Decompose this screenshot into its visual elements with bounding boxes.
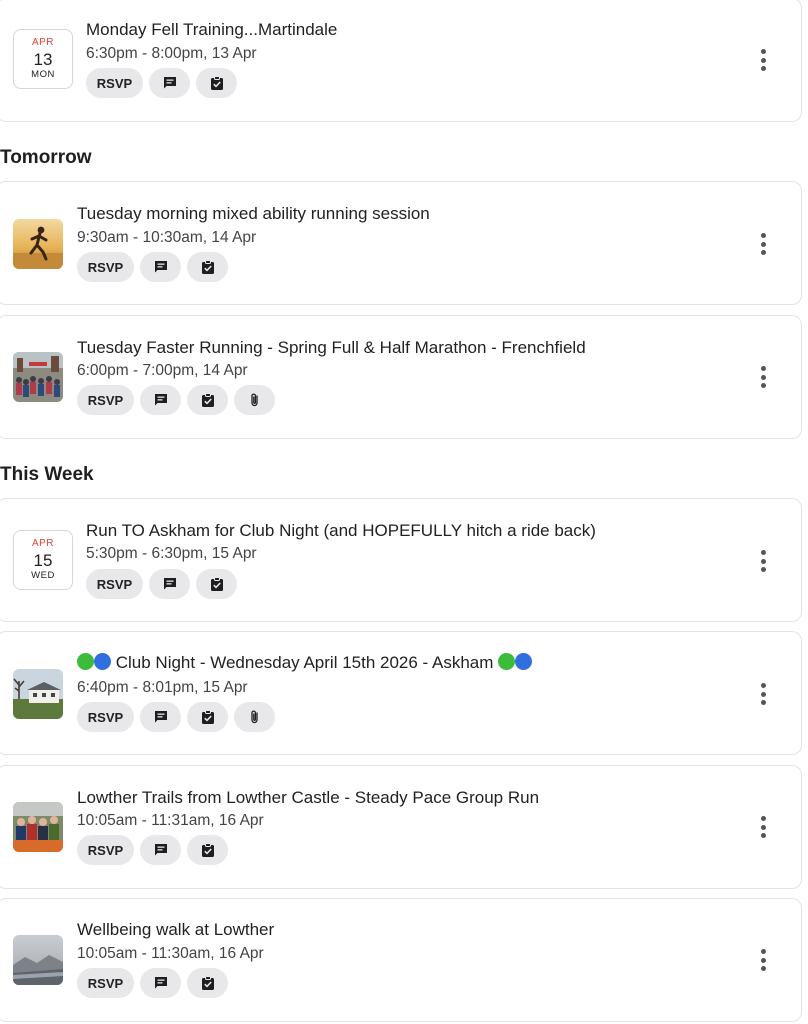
attachment-icon [250, 393, 258, 407]
blue-circle-icon [94, 653, 111, 670]
date-tile: APR 13 MON [13, 29, 73, 89]
more-vertical-icon [760, 366, 766, 371]
more-vertical-icon [760, 49, 766, 54]
attachment-button[interactable] [234, 385, 275, 415]
attachment-icon [250, 710, 258, 724]
checklist-icon [210, 577, 223, 591]
comment-icon [154, 711, 167, 723]
rsvp-button[interactable]: RSVP [86, 569, 143, 599]
checklist-button[interactable] [187, 968, 228, 998]
date-day: 13 [33, 50, 53, 70]
event-actions: RSVP [77, 835, 228, 865]
rsvp-button[interactable]: RSVP [77, 385, 134, 415]
checklist-button[interactable] [187, 385, 228, 415]
more-menu-button[interactable] [754, 230, 772, 258]
event-time: 6:00pm - 7:00pm, 14 Apr [77, 362, 248, 379]
comment-button[interactable] [140, 252, 181, 282]
comment-icon [154, 977, 167, 989]
checklist-icon [201, 393, 214, 407]
more-menu-button[interactable] [754, 363, 772, 391]
checklist-button[interactable] [187, 252, 228, 282]
comment-button[interactable] [140, 385, 181, 415]
event-actions: RSVP [77, 385, 275, 415]
village-house-photo [13, 669, 63, 719]
date-weekday: WED [31, 570, 55, 582]
checklist-icon [201, 260, 214, 274]
date-tile: APR 15 WED [13, 530, 73, 590]
runner-photo [13, 219, 63, 269]
rsvp-button[interactable]: RSVP [77, 702, 134, 732]
comment-icon [154, 844, 167, 856]
green-circle-icon [77, 653, 94, 670]
comment-button[interactable] [149, 569, 190, 599]
more-menu-button[interactable] [754, 946, 772, 974]
rsvp-button[interactable]: RSVP [86, 68, 143, 98]
attachment-button[interactable] [234, 702, 275, 732]
group-runners-photo [13, 802, 63, 852]
section-heading-tomorrow: Tomorrow [0, 147, 92, 168]
more-menu-button[interactable] [754, 680, 772, 708]
misty-hills-photo [13, 935, 63, 985]
more-vertical-icon [760, 816, 766, 821]
more-vertical-icon [760, 949, 766, 954]
blue-circle-icon [515, 653, 533, 670]
event-title[interactable]: Wellbeing walk at Lowther [77, 920, 274, 940]
more-menu-button[interactable] [754, 813, 772, 841]
event-time: 10:05am - 11:31am, 16 Apr [77, 812, 264, 829]
date-month: APR [31, 37, 55, 49]
more-menu-button[interactable] [754, 547, 772, 575]
event-actions: RSVP [86, 569, 237, 599]
checklist-icon [201, 710, 214, 724]
marathon-crowd-photo [13, 352, 63, 402]
event-title[interactable]: Run TO Askham for Club Night (and HOPEFU… [86, 521, 596, 541]
event-actions: RSVP [77, 702, 275, 732]
more-menu-button[interactable] [754, 46, 772, 74]
date-weekday: MON [31, 69, 55, 81]
more-vertical-icon [760, 550, 766, 555]
event-title[interactable]: Monday Fell Training...Martindale [86, 20, 337, 40]
date-day: 15 [33, 551, 53, 571]
event-time: 5:30pm - 6:30pm, 15 Apr [86, 545, 257, 562]
rsvp-button[interactable]: RSVP [77, 835, 134, 865]
comment-button[interactable] [140, 968, 181, 998]
more-vertical-icon [760, 233, 766, 238]
checklist-icon [210, 76, 223, 90]
checklist-button[interactable] [187, 702, 228, 732]
event-title-text: Club Night - Wednesday April 15th 2026 -… [115, 653, 494, 672]
comment-icon [163, 578, 176, 590]
rsvp-button[interactable]: RSVP [77, 252, 134, 282]
green-circle-icon [498, 653, 516, 670]
checklist-button[interactable] [187, 835, 228, 865]
event-time: 6:40pm - 8:01pm, 15 Apr [77, 679, 248, 696]
comment-button[interactable] [140, 702, 181, 732]
event-title[interactable]: Lowther Trails from Lowther Castle - Ste… [77, 788, 539, 808]
section-heading-this-week: This Week [0, 464, 94, 485]
comment-icon [154, 394, 167, 406]
checklist-icon [201, 976, 214, 990]
comment-icon [163, 77, 176, 89]
more-vertical-icon [760, 683, 766, 688]
event-actions: RSVP [77, 968, 228, 998]
event-actions: RSVP [86, 68, 237, 98]
event-actions: RSVP [77, 252, 228, 282]
event-time: 9:30am - 10:30am, 14 Apr [77, 229, 257, 246]
comment-button[interactable] [149, 68, 190, 98]
event-title[interactable]: Club Night - Wednesday April 15th 2026 -… [77, 653, 533, 673]
checklist-button[interactable] [196, 569, 237, 599]
event-title[interactable]: Tuesday morning mixed ability running se… [77, 204, 430, 224]
checklist-button[interactable] [196, 68, 237, 98]
comment-button[interactable] [140, 835, 181, 865]
comment-icon [154, 261, 167, 273]
rsvp-button[interactable]: RSVP [77, 968, 134, 998]
event-time: 10:05am - 11:30am, 16 Apr [77, 945, 264, 962]
event-time: 6:30pm - 8:00pm, 13 Apr [86, 45, 257, 62]
checklist-icon [201, 843, 214, 857]
event-title[interactable]: Tuesday Faster Running - Spring Full & H… [77, 338, 586, 358]
date-month: APR [31, 538, 55, 550]
